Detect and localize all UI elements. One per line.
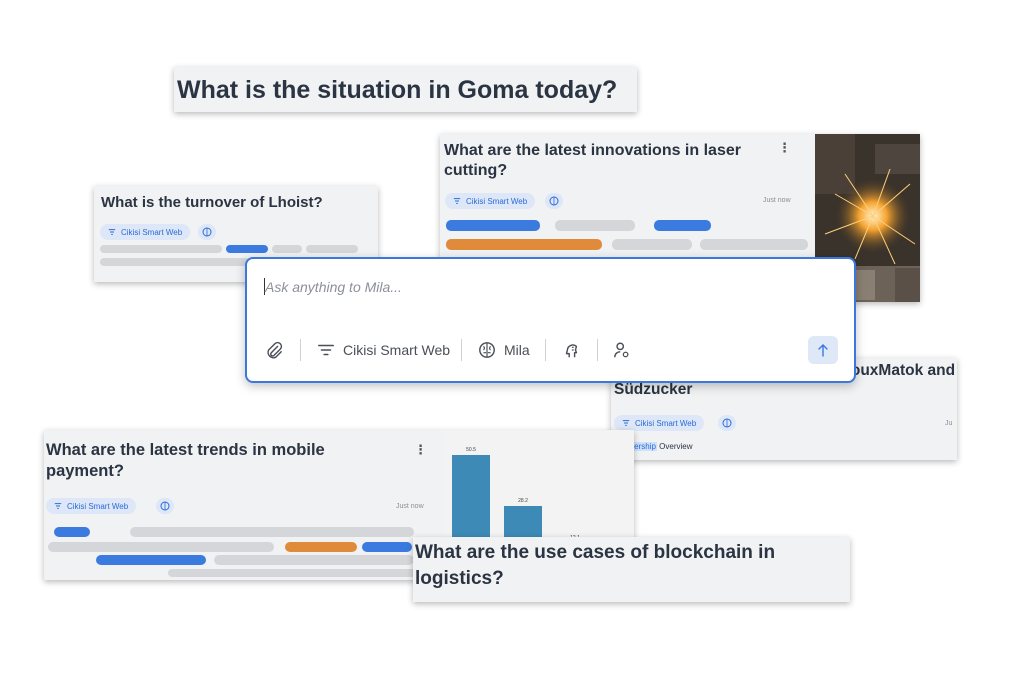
ask-input-placeholder[interactable]: Ask anything to Mila...: [265, 279, 402, 295]
brain-icon: [160, 501, 170, 511]
model-selector-label: Mila: [504, 342, 530, 358]
source-chip-label: Cikisi Smart Web: [466, 196, 528, 206]
arrow-up-icon: [818, 344, 828, 357]
model-chip[interactable]: [545, 193, 563, 209]
toolbar-separator: [597, 339, 598, 361]
source-chip-label: Cikisi Smart Web: [635, 418, 697, 428]
goma-question-card[interactable]: What is the situation in Goma today?: [174, 67, 637, 112]
brain-icon: [479, 342, 495, 358]
source-chip[interactable]: Cikisi Smart Web: [445, 193, 536, 209]
skeleton-bar: [446, 239, 602, 250]
model-chip[interactable]: [198, 224, 216, 240]
skeleton-bar: [214, 555, 414, 565]
head-tool-button[interactable]: [562, 341, 580, 359]
skeleton-bar: [362, 542, 412, 552]
skeleton-bar: [272, 245, 302, 253]
timestamp: Just now: [396, 503, 424, 510]
chart-data-label: 28.2: [518, 497, 528, 504]
model-chip[interactable]: [156, 498, 174, 514]
attach-button[interactable]: [265, 341, 283, 359]
send-button[interactable]: [808, 336, 838, 364]
skeleton-bar: [555, 220, 635, 231]
source-selector-label: Cikisi Smart Web: [343, 342, 451, 358]
laser-question-text: What are the latest innovations in laser…: [444, 142, 741, 179]
skeleton-bar: [100, 245, 222, 253]
user-search-icon: [614, 342, 629, 358]
skeleton-bar: [700, 239, 808, 250]
lhoist-question-text: What is the turnover of Lhoist?: [101, 194, 323, 211]
brain-icon: [202, 227, 212, 237]
filter-icon: [622, 420, 630, 426]
toolbar-separator: [300, 339, 301, 361]
brain-icon: [549, 196, 559, 206]
skeleton-bar: [168, 569, 418, 577]
skeleton-bar: [226, 245, 268, 253]
filter-icon: [54, 503, 62, 509]
timestamp: Just now: [763, 197, 791, 204]
goma-question-text: What is the situation in Goma today?: [177, 76, 618, 104]
timestamp: Ju: [945, 420, 953, 427]
model-selector-button[interactable]: Mila: [478, 341, 530, 359]
user-search-button[interactable]: [613, 341, 631, 359]
source-chip[interactable]: Cikisi Smart Web: [614, 415, 705, 431]
skeleton-bar: [285, 542, 357, 552]
filter-icon: [317, 344, 335, 356]
mobile-question-text: What are the latest trends in mobile pay…: [46, 441, 325, 480]
skeleton-bar: [100, 258, 250, 266]
skeleton-bar: [54, 527, 90, 537]
blockchain-question-card[interactable]: What are the use cases of blockchain in …: [413, 537, 850, 602]
skeleton-bar: [306, 245, 358, 253]
paperclip-icon: [267, 341, 283, 359]
skeleton-bar: [96, 555, 206, 565]
source-selector-button[interactable]: Cikisi Smart Web: [317, 341, 450, 359]
toolbar-separator: [461, 339, 462, 361]
source-chip[interactable]: Cikisi Smart Web: [100, 224, 191, 240]
source-chip-label: Cikisi Smart Web: [67, 501, 129, 511]
model-chip[interactable]: [718, 415, 736, 431]
filter-icon: [108, 229, 116, 235]
source-chip[interactable]: Cikisi Smart Web: [46, 498, 137, 514]
ask-input-box[interactable]: Ask anything to Mila... Cikisi Smart Web…: [245, 257, 856, 383]
more-options-icon[interactable]: ⋮: [414, 442, 427, 458]
answer-preview-text: Overview: [659, 442, 693, 451]
head-profile-icon: [565, 344, 578, 358]
more-options-icon[interactable]: ⋮: [778, 140, 791, 156]
blockchain-question-text: What are the use cases of blockchain in …: [415, 542, 776, 590]
skeleton-bar: [654, 220, 711, 231]
skeleton-bar: [48, 542, 274, 552]
skeleton-bar: [612, 239, 692, 250]
skeleton-bar: [130, 527, 414, 537]
source-chip-label: Cikisi Smart Web: [121, 227, 183, 237]
toolbar-separator: [545, 339, 546, 361]
filter-icon: [453, 198, 461, 204]
chart-data-label: 50.5: [466, 447, 476, 454]
brain-icon: [722, 418, 732, 428]
skeleton-bar: [446, 220, 540, 231]
